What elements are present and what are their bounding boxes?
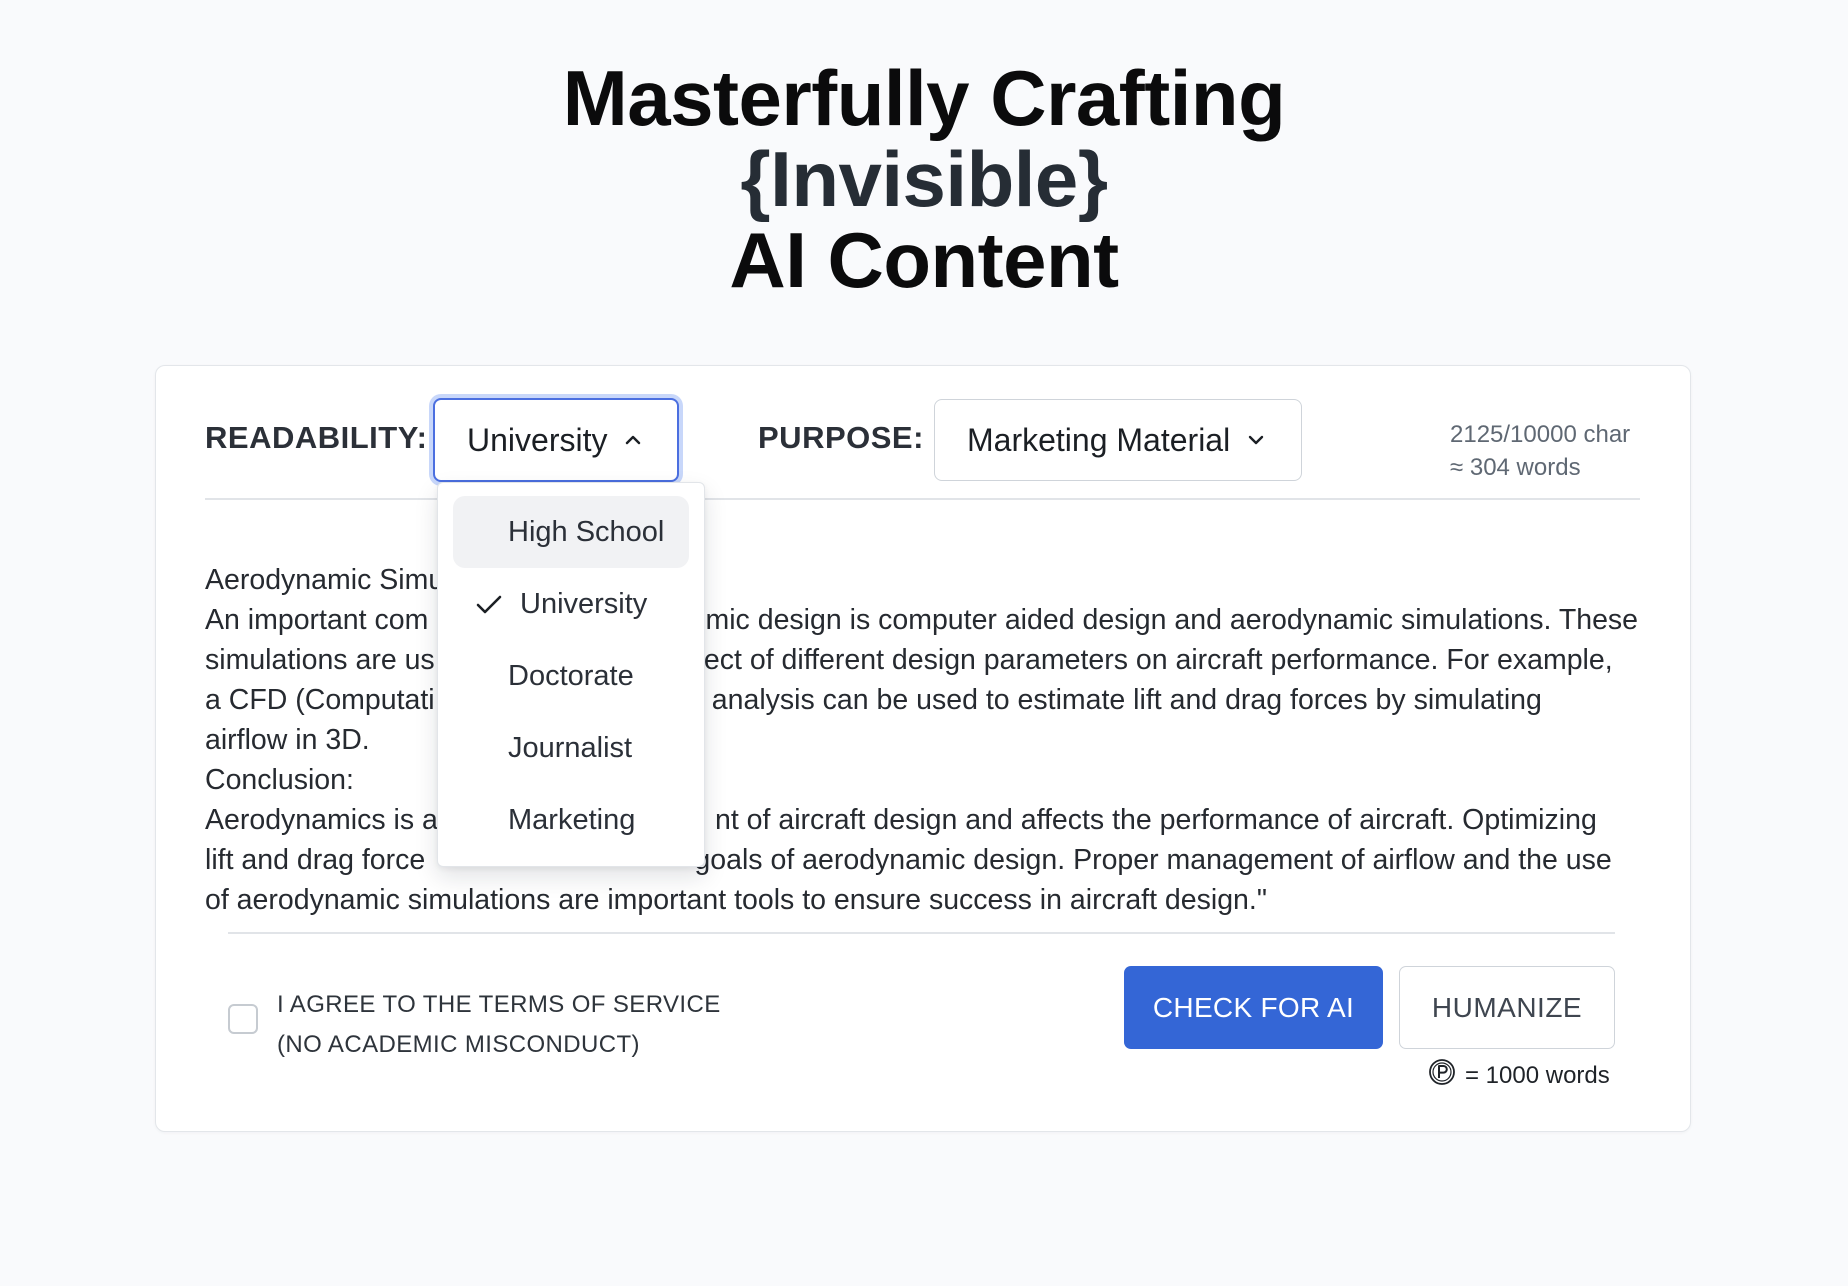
terms-line-1: I AGREE TO THE TERMS OF SERVICE (277, 991, 721, 1018)
content-line: lift and drag force goals of aerodynamic… (205, 844, 1612, 876)
check-for-ai-button[interactable]: CHECK FOR AI (1124, 966, 1383, 1049)
readability-value: University (467, 421, 608, 458)
word-estimate: ≈ 304 words (1450, 454, 1581, 481)
terms-line-2: (NO ACADEMIC MISCONDUCT) (277, 1031, 640, 1058)
title-line-1: Masterfully Crafting (562, 54, 1286, 142)
purpose-value: Marketing Material (967, 421, 1231, 458)
readability-label: READABILITY: (205, 420, 428, 455)
title-line-2: {Invisible} (740, 135, 1108, 223)
readability-select[interactable]: University (433, 398, 679, 482)
title-line-3: AI Content (729, 216, 1119, 304)
content-text[interactable]: Aerodynamic Simu An important com mic des… (205, 560, 1655, 920)
menu-item-university[interactable]: University (453, 568, 689, 640)
page-title: Masterfully Crafting {Invisible} AI Cont… (0, 58, 1848, 301)
humanize-button[interactable]: HUMANIZE (1399, 966, 1615, 1049)
chevron-down-icon (1246, 430, 1266, 450)
content-line: simulations are us ect of different desi… (205, 644, 1613, 676)
p-coin-icon (1428, 1058, 1456, 1093)
menu-item-journalist[interactable]: Journalist (453, 712, 689, 784)
credit-note: = 1000 words (1428, 1058, 1610, 1093)
menu-item-doctorate[interactable]: Doctorate (453, 640, 689, 712)
readability-dropdown-menu: High School University Doctorate Journal… (437, 482, 705, 867)
purpose-select[interactable]: Marketing Material (934, 399, 1302, 481)
content-line: of aerodynamic simulations are important… (205, 884, 1267, 916)
chevron-up-icon (623, 430, 643, 450)
purpose-label: PURPOSE: (758, 420, 924, 455)
content-line: Aerodynamics is a nt of aircraft design … (205, 804, 1597, 836)
divider-top (205, 498, 1640, 500)
character-counter: 2125/10000 char ≈ 304 words (1450, 418, 1630, 484)
content-line: Conclusion: (205, 764, 354, 796)
char-count: 2125/10000 char (1450, 421, 1631, 448)
checkmark-icon (475, 592, 503, 625)
terms-label: I AGREE TO THE TERMS OF SERVICE (NO ACAD… (277, 985, 721, 1065)
divider-bottom (228, 932, 1615, 934)
content-line: An important com mic design is computer … (205, 604, 1639, 636)
content-line: airflow in 3D. (205, 724, 370, 756)
menu-item-marketing[interactable]: Marketing (453, 784, 689, 856)
credit-note-text: = 1000 words (1465, 1061, 1610, 1089)
content-line: a CFD (Computati analysis can be used to… (205, 684, 1542, 716)
menu-item-high-school[interactable]: High School (453, 496, 689, 568)
content-line: Aerodynamic Simu (205, 564, 445, 596)
terms-checkbox[interactable] (228, 1004, 258, 1034)
